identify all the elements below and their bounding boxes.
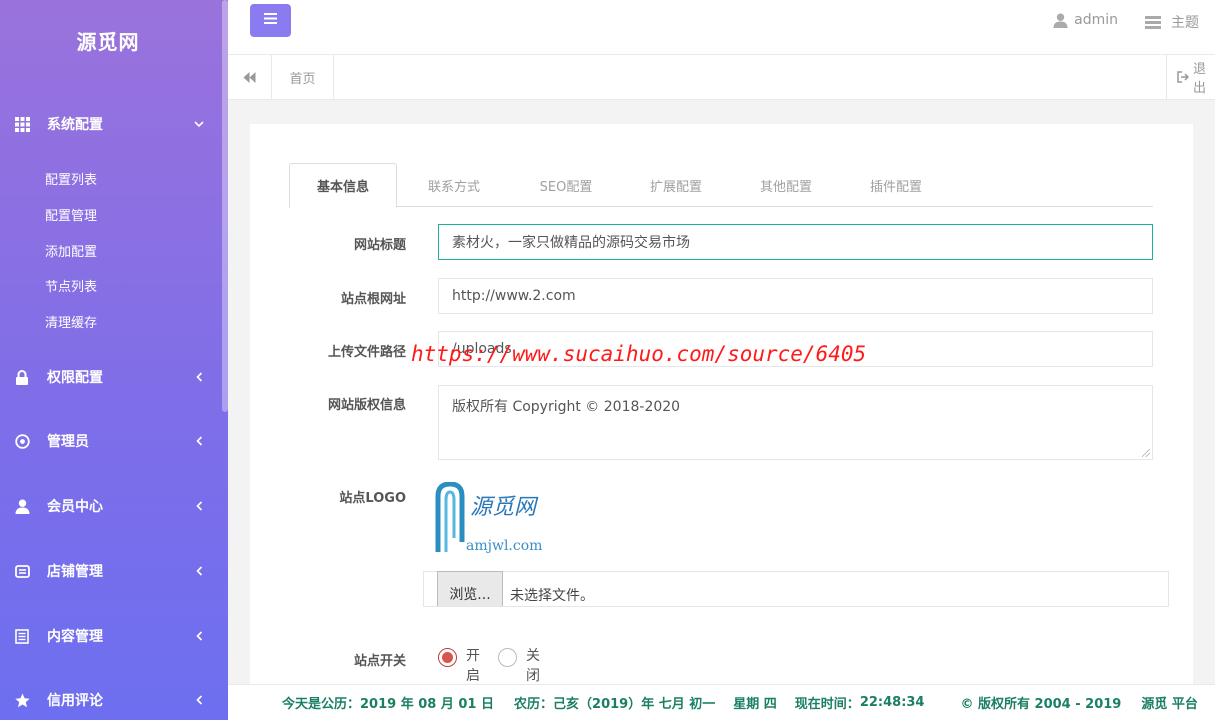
config-form-panel: 基本信息 联系方式 SEO配置 扩展配置 其他配置 插件配置 网站标题 素材火，…	[250, 124, 1193, 684]
chevron-left-icon	[192, 631, 206, 641]
user-icon	[1053, 13, 1068, 28]
resize-handle[interactable]	[1142, 449, 1150, 457]
page-tab-bar: 首页 退出	[228, 55, 1215, 100]
chevron-left-icon	[192, 501, 206, 511]
site-title-label: 网站标题	[353, 238, 406, 253]
submenu-item-config-manage[interactable]: 配置管理	[45, 207, 97, 227]
sign-out-icon	[1177, 71, 1189, 83]
tab-plugin-config[interactable]: 插件配置	[851, 163, 941, 207]
logo-cn-text: 源觅网	[470, 495, 539, 520]
logo-en-text: amjwl.com	[466, 538, 542, 554]
sidebar-group-credit-review[interactable]: 信用评论	[0, 682, 222, 718]
sidebar-group-system-config[interactable]: 系统配置	[0, 106, 222, 142]
tab-basic-info[interactable]: 基本信息	[289, 163, 397, 208]
sidebar-group-label: 系统配置	[47, 117, 103, 133]
footer-lunar-value: 己亥（2019）年 七月 初一	[553, 697, 716, 712]
footer-time-value: 22:48:34	[859, 695, 925, 710]
watermark-url: https://www.sucaihuo.com/source/6405	[411, 342, 867, 366]
footer-date-value: 2019 年 08 月 01 日	[360, 697, 495, 712]
site-title-value: 素材火，一家只做精品的源码交易市场	[452, 235, 690, 251]
chevron-left-icon	[192, 695, 206, 705]
site-logo-image: 源觅网 amjwl.com	[432, 481, 542, 556]
theme-icon	[1145, 15, 1161, 29]
footer-copyright: © 版权所有 2004 - 2019	[960, 697, 1122, 712]
theme-label: 主题	[1171, 15, 1199, 31]
config-tabs: 基本信息 联系方式 SEO配置 扩展配置 其他配置 插件配置	[289, 163, 1153, 208]
site-title-input[interactable]: 素材火，一家只做精品的源码交易市场	[438, 224, 1153, 260]
submenu-item-clear-cache[interactable]: 清理缓存	[45, 314, 97, 334]
chevron-left-icon	[192, 372, 206, 382]
target-icon	[14, 433, 30, 449]
footer-weekday: 星期 四	[733, 697, 777, 712]
file-status: 未选择文件。	[510, 588, 594, 604]
user-icon	[14, 498, 30, 514]
sidebar-group-label: 权限配置	[47, 370, 103, 386]
tab-home[interactable]: 首页	[272, 55, 334, 99]
user-menu[interactable]: admin	[1053, 12, 1118, 28]
logo-label: 站点LOGO	[339, 491, 406, 506]
tab-seo-config[interactable]: SEO配置	[521, 163, 611, 207]
username: admin	[1074, 12, 1118, 28]
tab-contact[interactable]: 联系方式	[409, 163, 499, 207]
copyright-label: 网站版权信息	[327, 398, 406, 413]
logout-button[interactable]: 退出	[1166, 55, 1215, 99]
top-bar: admin 主题	[228, 0, 1215, 55]
store-icon	[14, 563, 30, 579]
upload-path-label: 上传文件路径	[327, 345, 406, 360]
radio-circle-unchecked[interactable]	[498, 648, 517, 667]
status-footer: 今天是公历： 2019 年 08 月 01 日 农历： 己亥（2019）年 七月…	[228, 684, 1215, 720]
sidebar-group-label: 管理员	[47, 434, 89, 450]
footer-time-label: 现在时间：	[794, 697, 860, 712]
tab-scroll-left-button[interactable]	[228, 55, 272, 99]
submenu-item-add-config[interactable]: 添加配置	[45, 243, 97, 263]
site-url-label: 站点根网址	[340, 292, 406, 307]
copyright-textarea[interactable]: 版权所有 Copyright © 2018-2020	[438, 385, 1153, 460]
radio-site-off[interactable]: 关闭	[498, 648, 540, 686]
submenu-item-node-list[interactable]: 节点列表	[45, 278, 97, 298]
logo-file-input[interactable]: 浏览... 未选择文件。	[423, 571, 1169, 607]
list-icon	[14, 628, 30, 644]
sidebar-group-member-center[interactable]: 会员中心	[0, 488, 222, 524]
sidebar-toggle-button[interactable]	[250, 4, 291, 37]
sidebar-group-content-manage[interactable]: 内容管理	[0, 618, 222, 654]
sidebar-group-label: 店铺管理	[47, 564, 103, 580]
theme-menu[interactable]: 主题	[1145, 12, 1215, 32]
footer-date-label: 今天是公历：	[282, 697, 361, 712]
sidebar-group-admin[interactable]: 管理员	[0, 423, 222, 459]
brand-title: 源觅网	[76, 29, 140, 54]
site-url-input[interactable]: http://www.2.com	[438, 278, 1153, 314]
radio-off-label: 关闭	[526, 648, 540, 684]
radio-on-label: 开启	[466, 648, 480, 684]
site-switch-label: 站点开关	[353, 654, 406, 669]
tab-other-config[interactable]: 其他配置	[741, 163, 831, 207]
sidebar-group-permission[interactable]: 权限配置	[0, 359, 222, 395]
tab-extend-config[interactable]: 扩展配置	[631, 163, 721, 207]
footer-lunar-label: 农历：	[514, 697, 554, 712]
chevron-left-icon	[192, 436, 206, 446]
grid-icon	[14, 116, 30, 132]
lock-icon	[14, 369, 30, 385]
star-icon	[14, 692, 30, 708]
site-url-value: http://www.2.com	[452, 288, 576, 304]
logout-label: 退出	[1193, 62, 1207, 96]
sidebar-group-label: 信用评论	[47, 693, 103, 709]
radio-circle-checked[interactable]	[438, 648, 457, 667]
sidebar-group-label: 会员中心	[47, 499, 103, 515]
chevron-left-icon	[192, 566, 206, 576]
footer-platform: 源觅 平台	[1141, 697, 1198, 712]
sidebar-group-store-manage[interactable]: 店铺管理	[0, 553, 222, 589]
chevron-down-icon	[192, 120, 206, 128]
submenu-item-config-list[interactable]: 配置列表	[45, 171, 97, 191]
browse-button[interactable]: 浏览...	[437, 571, 503, 606]
radio-site-on[interactable]: 开启	[438, 648, 480, 686]
double-chevron-left-icon	[243, 71, 256, 83]
sidebar-group-label: 内容管理	[47, 629, 103, 645]
sidebar: 源觅网 系统配置 配置列表 配置管理 添加配置 节点列表 清理缓存 权限配置 管…	[0, 0, 228, 720]
copyright-value: 版权所有 Copyright © 2018-2020	[452, 399, 681, 415]
menu-icon	[264, 13, 277, 28]
